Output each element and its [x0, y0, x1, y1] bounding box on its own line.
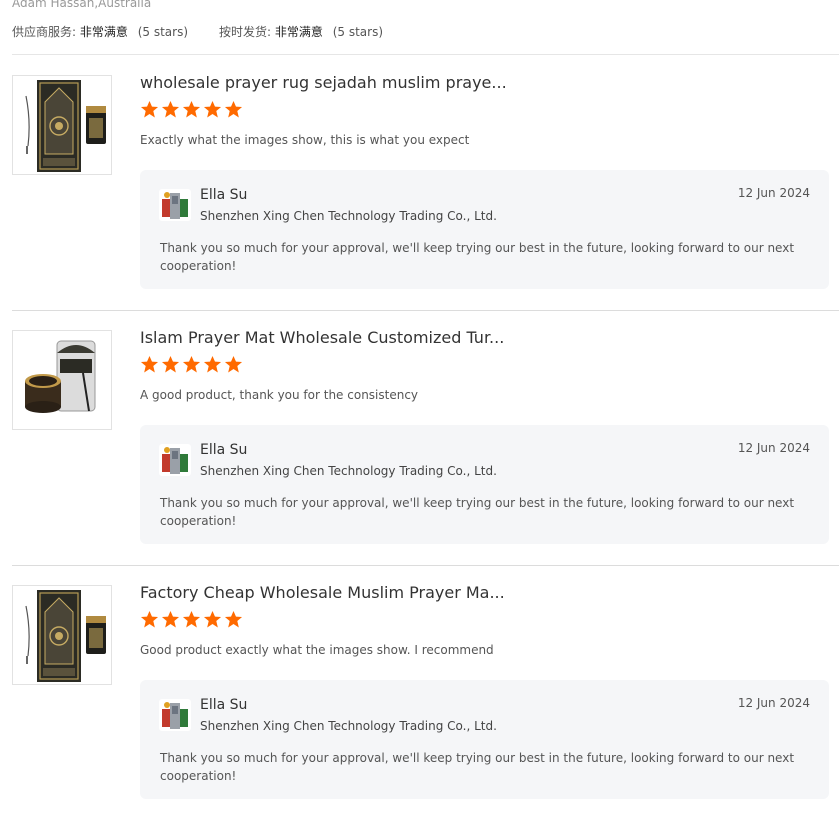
avatar	[159, 444, 191, 476]
star-rating	[140, 100, 243, 122]
star-icon	[203, 355, 222, 373]
product-title[interactable]: wholesale prayer rug sejadah muslim pray…	[140, 73, 507, 92]
star-rating	[140, 355, 243, 377]
seller-company[interactable]: Shenzhen Xing Chen Technology Trading Co…	[200, 719, 497, 733]
product-title[interactable]: Factory Cheap Wholesale Muslim Prayer Ma…	[140, 583, 505, 602]
rating-label: 供应商服务:	[12, 25, 77, 39]
product-thumbnail[interactable]	[12, 330, 112, 430]
reply-text: Thank you so much for your approval, we'…	[160, 751, 795, 783]
review-comment: Good product exactly what the images sho…	[140, 643, 494, 657]
avatar	[159, 699, 191, 731]
star-icon	[182, 610, 201, 628]
review-comment: Exactly what the images show, this is wh…	[140, 133, 470, 147]
rating-stars-text: (5 stars)	[137, 25, 189, 39]
reply-date: 12 Jun 2024	[737, 441, 810, 455]
rating-label: 按时发货:	[219, 25, 272, 39]
rating-on-time-shipment: 按时发货: 非常满意 (5 stars)	[219, 23, 383, 40]
seller-company[interactable]: Shenzhen Xing Chen Technology Trading Co…	[200, 209, 497, 223]
review-item: Factory Cheap Wholesale Muslim Prayer Ma…	[12, 565, 839, 820]
avatar	[159, 189, 191, 221]
star-icon	[182, 100, 201, 118]
rating-supplier-service: 供应商服务: 非常满意 (5 stars)	[12, 23, 188, 40]
seller-company[interactable]: Shenzhen Xing Chen Technology Trading Co…	[200, 464, 497, 478]
seller-name: Ella Su	[200, 187, 248, 203]
star-icon	[224, 100, 243, 118]
review-comment: A good product, thank you for the consis…	[140, 388, 419, 402]
product-thumbnail[interactable]	[12, 75, 112, 175]
product-title[interactable]: Islam Prayer Mat Wholesale Customized Tu…	[140, 328, 504, 347]
star-rating	[140, 610, 243, 632]
star-icon	[182, 355, 201, 373]
star-icon	[224, 610, 243, 628]
rating-value: 非常满意	[274, 25, 323, 39]
star-icon	[203, 610, 222, 628]
star-icon	[140, 100, 159, 118]
product-thumbnail[interactable]	[12, 585, 112, 685]
reply-date: 12 Jun 2024	[737, 186, 810, 200]
star-icon	[161, 355, 180, 373]
star-icon	[161, 610, 180, 628]
review-header: Adam Hassan,Australia 供应商服务: 非常满意 (5 sta…	[12, 0, 839, 55]
reply-date: 12 Jun 2024	[737, 696, 810, 710]
seller-name: Ella Su	[200, 442, 248, 458]
star-icon	[140, 355, 159, 373]
star-icon	[161, 100, 180, 118]
seller-name: Ella Su	[200, 697, 248, 713]
review-item: wholesale prayer rug sejadah muslim pray…	[12, 55, 839, 311]
rating-value: 非常满意	[79, 25, 128, 39]
seller-reply: Ella Su Shenzhen Xing Chen Technology Tr…	[140, 425, 829, 544]
star-icon	[140, 610, 159, 628]
seller-reply: Ella Su Shenzhen Xing Chen Technology Tr…	[140, 170, 829, 289]
reply-text: Thank you so much for your approval, we'…	[160, 496, 795, 528]
review-item: Islam Prayer Mat Wholesale Customized Tu…	[12, 310, 839, 566]
seller-reply: Ella Su Shenzhen Xing Chen Technology Tr…	[140, 680, 829, 799]
reply-text: Thank you so much for your approval, we'…	[160, 241, 795, 273]
star-icon	[203, 100, 222, 118]
rating-stars-text: (5 stars)	[332, 25, 384, 39]
star-icon	[224, 355, 243, 373]
reviewer-name-country: Adam Hassan,Australia	[12, 0, 152, 10]
